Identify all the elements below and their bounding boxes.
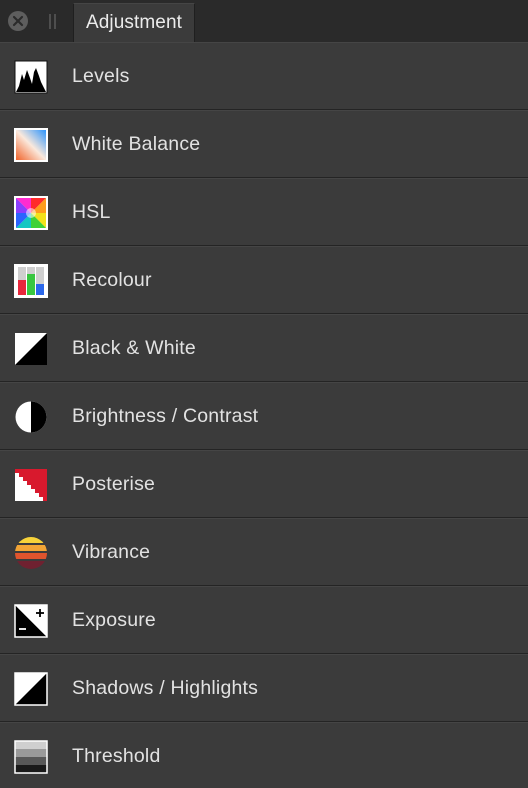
hsl-icon <box>14 196 48 230</box>
adjustment-item-shadows-highlights[interactable]: Shadows / Highlights <box>0 654 528 722</box>
adjustment-label: White Balance <box>72 133 201 155</box>
adjustment-label: Threshold <box>72 745 161 767</box>
adjustment-item-white-balance[interactable]: White Balance <box>0 110 528 178</box>
adjustment-label: Vibrance <box>72 541 151 563</box>
adjustment-label: Recolour <box>72 269 152 291</box>
adjustment-label: Shadows / Highlights <box>72 677 259 699</box>
threshold-icon <box>14 740 48 774</box>
adjustment-item-posterise[interactable]: Posterise <box>0 450 528 518</box>
levels-icon <box>14 60 48 94</box>
close-panel-button[interactable] <box>8 11 28 31</box>
adjustment-item-exposure[interactable]: Exposure <box>0 586 528 654</box>
panel-titlebar: Adjustment <box>0 0 528 43</box>
adjustment-item-threshold[interactable]: Threshold <box>0 722 528 788</box>
adjustment-item-brightness-contrast[interactable]: Brightness / Contrast <box>0 382 528 450</box>
vibrance-icon <box>14 536 48 570</box>
exposure-icon <box>14 604 48 638</box>
adjustment-item-black-white[interactable]: Black & White <box>0 314 528 382</box>
recolour-icon <box>14 264 48 298</box>
adjustment-label: Levels <box>72 65 130 87</box>
shadows-highlights-icon <box>14 672 48 706</box>
posterise-icon <box>14 468 48 502</box>
adjustment-panel: Adjustment Levels White Balance HSL Reco… <box>0 0 528 788</box>
drag-handle-icon[interactable] <box>49 14 56 29</box>
adjustment-label: Brightness / Contrast <box>72 405 259 427</box>
adjustment-item-levels[interactable]: Levels <box>0 42 528 110</box>
adjustment-list: Levels White Balance HSL Recolour Black … <box>0 42 528 788</box>
adjustment-item-recolour[interactable]: Recolour <box>0 246 528 314</box>
adjustment-item-hsl[interactable]: HSL <box>0 178 528 246</box>
white-balance-icon <box>14 128 48 162</box>
black-white-icon <box>14 332 48 366</box>
adjustment-label: Exposure <box>72 609 156 631</box>
adjustment-item-vibrance[interactable]: Vibrance <box>0 518 528 586</box>
adjustment-label: Posterise <box>72 473 156 495</box>
tab-adjustment[interactable]: Adjustment <box>73 3 195 43</box>
close-icon <box>12 15 24 27</box>
brightness-contrast-icon <box>14 400 48 434</box>
adjustment-label: HSL <box>72 201 111 223</box>
adjustment-label: Black & White <box>72 337 196 359</box>
